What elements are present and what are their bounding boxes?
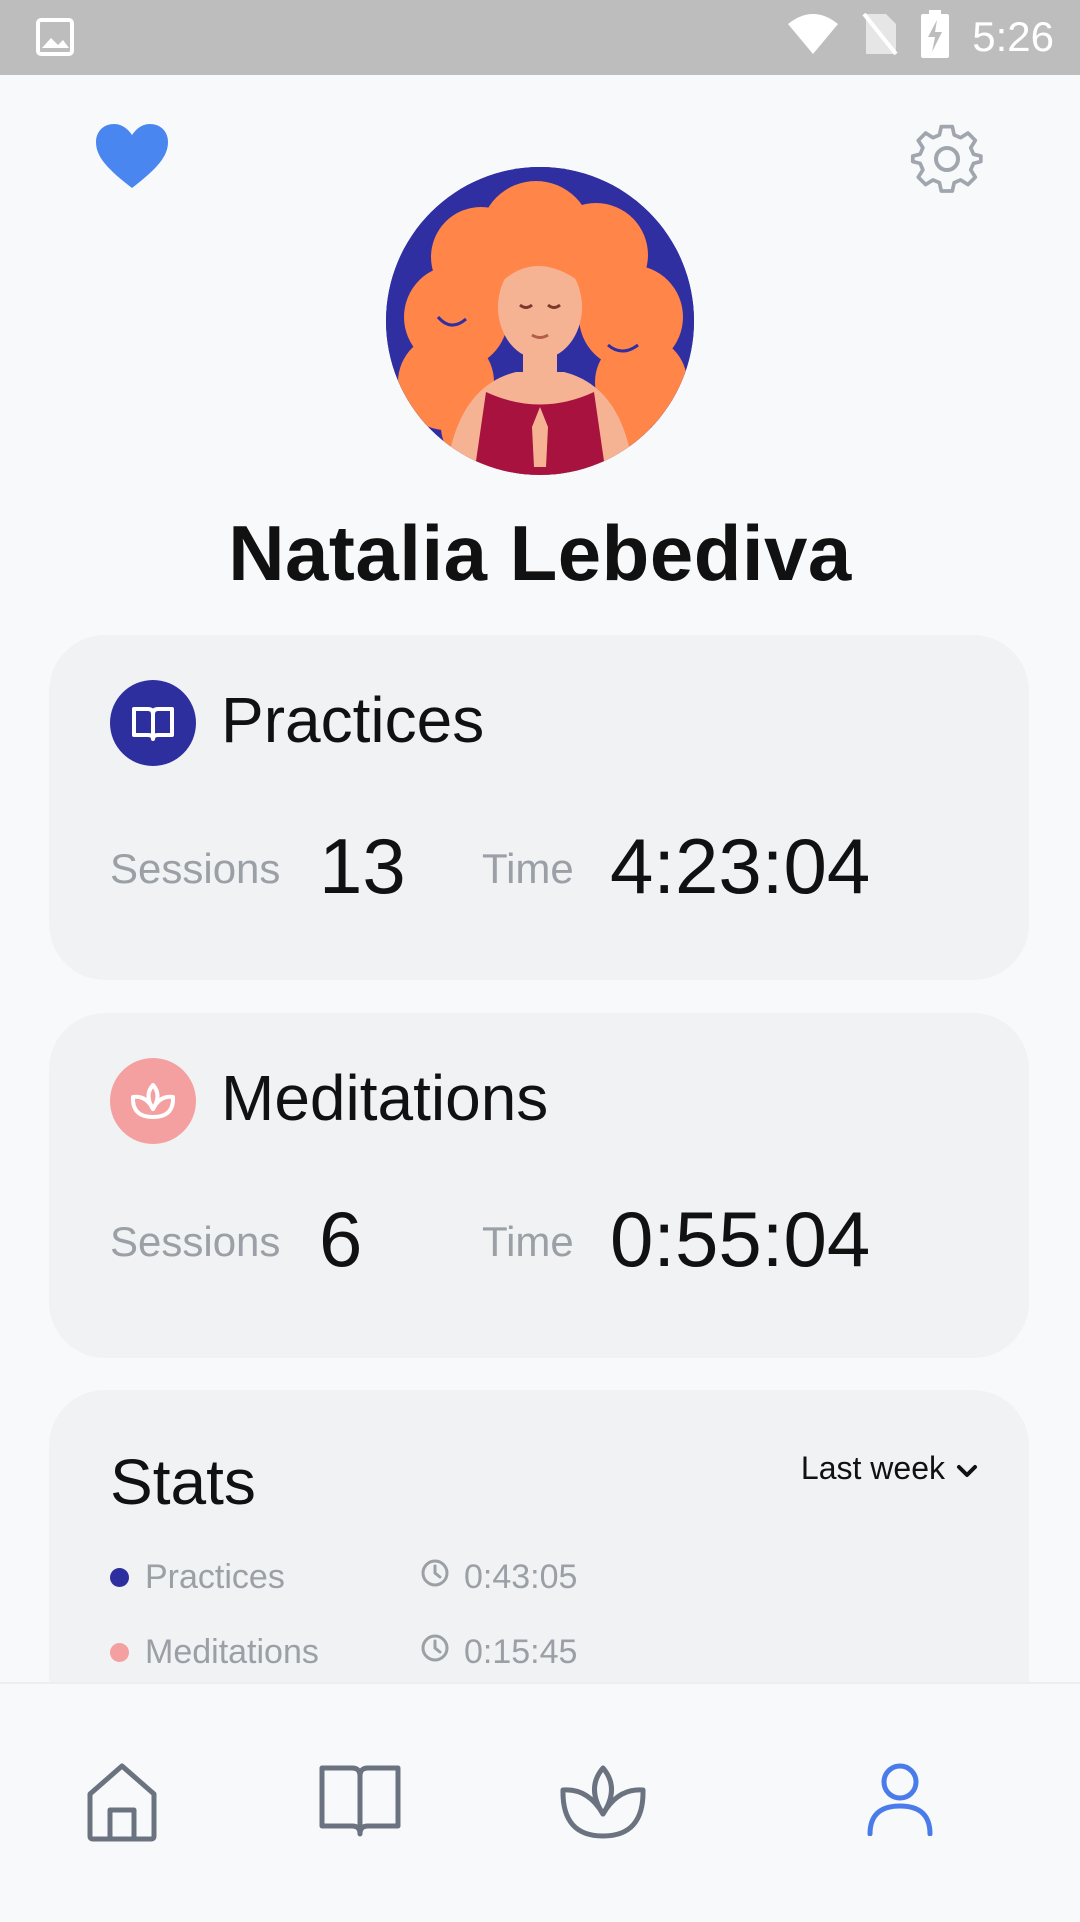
avatar[interactable]: [386, 167, 694, 475]
legend-time-value: 0:15:45: [464, 1633, 578, 1671]
lotus-icon: [110, 1058, 196, 1144]
heart-icon[interactable]: [96, 124, 168, 195]
status-time: 5:26: [972, 12, 1054, 60]
legend-label: Meditations: [145, 1633, 319, 1671]
legend-time-value: 0:43:05: [464, 1558, 578, 1596]
profile-icon: [866, 1763, 934, 1840]
book-icon: [110, 680, 196, 766]
time-label: Time: [482, 845, 574, 892]
legend-dot: [110, 1568, 129, 1587]
period-dropdown[interactable]: Last week: [801, 1450, 979, 1487]
user-name: Natalia Lebediva: [228, 509, 852, 597]
time-value: 4:23:04: [610, 822, 871, 910]
meditations-card[interactable]: Meditations Sessions 6 Time 0:55:04: [49, 1013, 1029, 1358]
book-icon: [318, 1765, 402, 1842]
battery-charging-icon: [920, 10, 950, 63]
nav-home[interactable]: [84, 1762, 160, 1847]
practices-card[interactable]: Practices Sessions 13 Time 4:23:04: [49, 635, 1029, 980]
clock-icon: [420, 1633, 450, 1672]
legend-item-practices: Practices 0:43:05: [110, 1558, 577, 1597]
clock-icon: [420, 1558, 450, 1597]
nav-profile[interactable]: [866, 1762, 934, 1841]
sessions-label: Sessions: [110, 845, 281, 892]
legend-dot: [110, 1643, 129, 1662]
time-label: Time: [482, 1218, 574, 1265]
bottom-nav: [0, 1682, 1080, 1922]
time-value: 0:55:04: [610, 1195, 871, 1283]
sessions-value: 6: [319, 1195, 363, 1283]
chevron-down-icon: [955, 1450, 979, 1487]
lotus-icon: [558, 1765, 648, 1846]
period-label: Last week: [800, 1450, 945, 1486]
wifi-icon: [786, 12, 840, 61]
stats-title: Stats: [110, 1446, 256, 1518]
no-sim-icon: [862, 12, 898, 61]
legend-time: 0:43:05: [420, 1558, 577, 1597]
sessions-value: 13: [319, 822, 406, 910]
legend-label: Practices: [145, 1558, 285, 1596]
gear-icon[interactable]: [910, 122, 984, 201]
legend-time: 0:15:45: [420, 1633, 577, 1672]
nav-practices[interactable]: [318, 1762, 402, 1843]
image-icon: [36, 18, 74, 61]
status-bar: 5:26: [0, 0, 1080, 75]
legend-item-meditations: Meditations 0:15:45: [110, 1633, 577, 1672]
meditations-title: Meditations: [221, 1062, 549, 1134]
home-icon: [84, 1763, 160, 1846]
nav-meditations[interactable]: [558, 1762, 648, 1847]
practices-title: Practices: [221, 684, 485, 756]
sessions-label: Sessions: [110, 1218, 281, 1265]
